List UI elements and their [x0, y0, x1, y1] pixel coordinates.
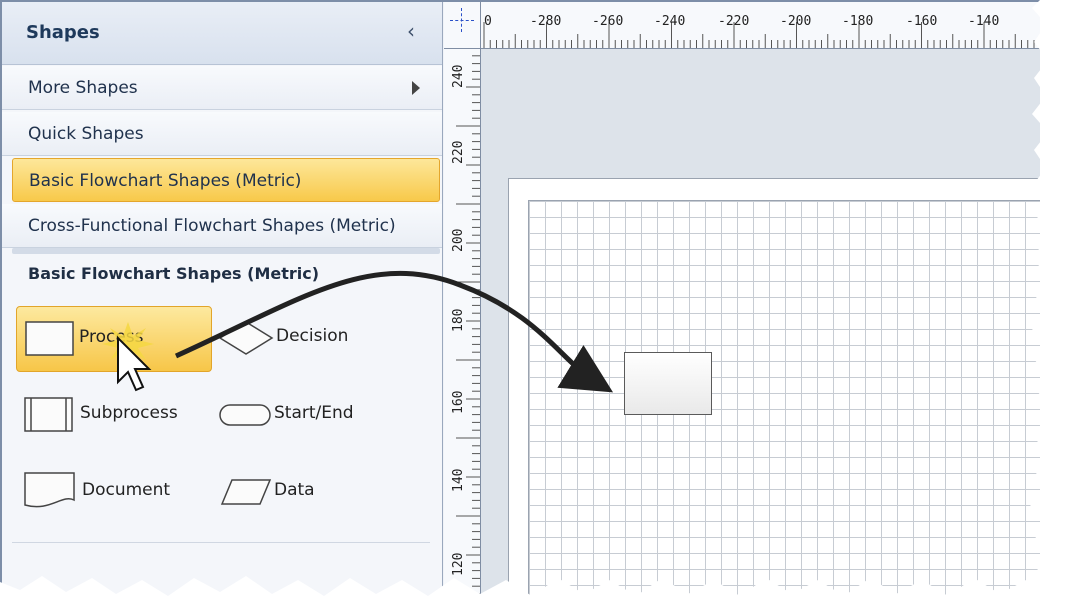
stencil-label: Cross-Functional Flowchart Shapes (Metri… [28, 216, 396, 236]
stencil-label: Quick Shapes [28, 124, 144, 144]
ruler-label: -280 [530, 14, 562, 29]
ruler-label: 0 [484, 14, 492, 29]
shapes-pane: Shapes ‹ More Shapes Quick Shapes Basic … [2, 2, 443, 598]
origin-crosshair-horizontal [450, 20, 474, 22]
subprocess-icon [24, 397, 73, 432]
shape-label: Decision [276, 326, 349, 346]
process-rectangle-icon [25, 321, 74, 356]
shape-subprocess[interactable]: Subprocess [16, 383, 210, 447]
shape-document[interactable]: Document [16, 460, 210, 524]
stencil-label: Basic Flowchart Shapes (Metric) [29, 171, 302, 191]
ruler-label: 140 [451, 468, 466, 492]
shape-label: Start/End [274, 403, 354, 423]
stencil-cross-functional[interactable]: Cross-Functional Flowchart Shapes (Metri… [2, 204, 442, 248]
ruler-label: -180 [842, 14, 874, 29]
ruler-label: -140 [968, 14, 1000, 29]
collapse-chevron-icon[interactable]: ‹ [407, 19, 415, 43]
shape-label: Document [82, 480, 171, 500]
submenu-arrow-icon [412, 81, 420, 95]
stencil-more-shapes[interactable]: More Shapes [2, 66, 442, 110]
ruler-label: -200 [780, 14, 812, 29]
shape-label: Subprocess [80, 403, 178, 423]
shape-process[interactable]: Process [16, 306, 212, 372]
shapes-pane-title: Shapes [26, 22, 100, 43]
pane-separator [12, 542, 430, 543]
stencil-section-title: Basic Flowchart Shapes (Metric) [28, 264, 320, 283]
shape-data[interactable]: Data [214, 460, 414, 524]
terminator-icon [219, 404, 271, 426]
shape-label: Process [79, 327, 144, 347]
ruler-label: 160 [451, 390, 466, 414]
ruler-origin-corner[interactable] [444, 2, 481, 49]
shapes-pane-header: Shapes ‹ [2, 2, 442, 65]
stencil-basic-flowchart[interactable]: Basic Flowchart Shapes (Metric) [12, 158, 440, 202]
dropped-process-shape[interactable] [624, 352, 712, 415]
ruler-label: 240 [451, 64, 466, 88]
document-shape-icon [24, 472, 75, 508]
ruler-label: -160 [906, 14, 938, 29]
stencil-label: More Shapes [28, 78, 138, 98]
shape-label: Data [274, 480, 315, 500]
ruler-label: -240 [654, 14, 686, 29]
visio-window: Shapes ‹ More Shapes Quick Shapes Basic … [0, 0, 1040, 598]
ruler-label: 120 [451, 552, 466, 576]
ruler-label: 180 [451, 308, 466, 332]
parallelogram-icon [220, 479, 272, 505]
stencil-quick-shapes[interactable]: Quick Shapes [2, 112, 442, 156]
pane-splitter[interactable] [12, 248, 440, 254]
page-grid[interactable] [528, 200, 1040, 598]
ruler-label: -220 [718, 14, 750, 29]
shape-decision[interactable]: Decision [214, 306, 414, 370]
diamond-icon [218, 321, 274, 355]
ruler-label: -260 [592, 14, 624, 29]
shape-start-end[interactable]: Start/End [214, 383, 414, 447]
ruler-label: 200 [451, 228, 466, 252]
ruler-label: 220 [451, 140, 466, 164]
